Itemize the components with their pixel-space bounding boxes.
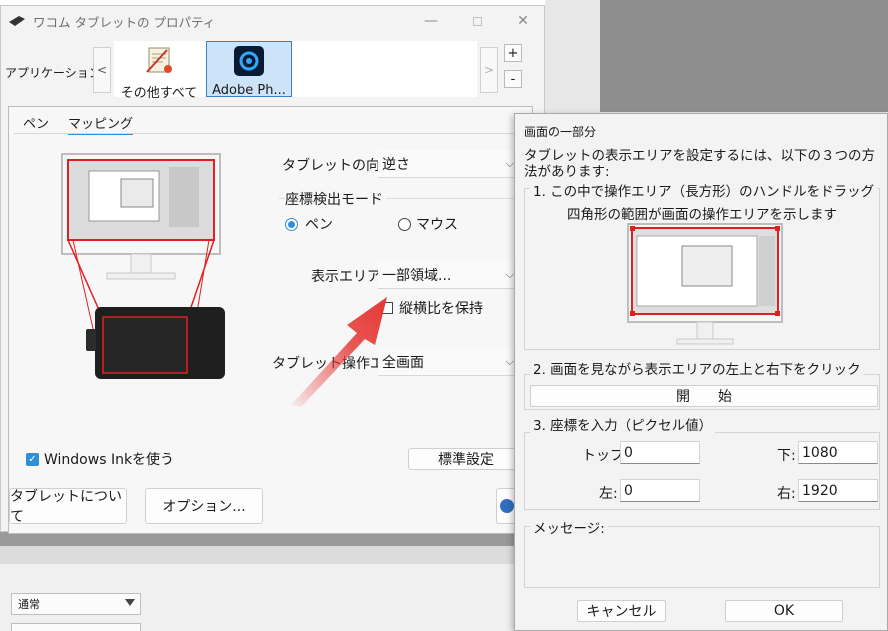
orientation-value: 逆さ	[382, 156, 410, 173]
photoshop-icon	[234, 46, 264, 76]
help-icon	[499, 499, 514, 513]
bottom-input[interactable]: 1080	[798, 441, 878, 464]
bottom-label: 下:	[777, 448, 796, 464]
tab-divider	[14, 133, 524, 134]
windows-ink-label: Windows Inkを使う	[44, 452, 175, 468]
dialog-title: 画面の一部分	[524, 125, 597, 139]
properties-window: ワコム タブレットの プロパティ — ✕ アプリケーション: < その他すべて …	[0, 5, 545, 534]
right-input[interactable]: 1920	[798, 479, 878, 502]
background-strip-light	[0, 546, 515, 564]
left-input[interactable]: 0	[620, 479, 700, 502]
app-scroll-right-button[interactable]: >	[480, 47, 498, 93]
mode-dropdown[interactable]: 通常	[11, 593, 141, 615]
chevron-down-icon	[125, 599, 135, 606]
default-settings-button[interactable]: 標準設定	[408, 448, 524, 470]
tablet-area-dropdown[interactable]: 全画面 ⌵	[378, 348, 518, 376]
chevron-down-icon: ⌵	[505, 156, 514, 170]
app-tile-photoshop[interactable]: Adobe Ph...	[206, 41, 292, 98]
right-label: 右:	[777, 486, 796, 502]
chevron-down-icon: ⌵	[505, 267, 514, 281]
windows-ink-checkbox[interactable]: ✓ Windows Inkを使う	[26, 449, 174, 469]
maximize-icon	[472, 16, 482, 26]
second-dropdown-edge	[11, 623, 141, 631]
options-button[interactable]: オプション...	[145, 488, 263, 524]
display-area-label: 表示エリア:	[311, 269, 386, 285]
start-button[interactable]: 開 始	[530, 385, 878, 407]
display-area-value: 一部領域...	[382, 267, 452, 284]
app-tile-all-label: その他すべて	[120, 86, 198, 101]
ok-button[interactable]: OK	[725, 600, 843, 622]
screen-area-dialog: 画面の一部分 タブレットの表示エリアを設定するには、以下の３つの方法があります:…	[514, 113, 888, 631]
application-label: アプリケーション:	[5, 66, 105, 80]
app-scroll-left-button[interactable]: <	[93, 47, 111, 93]
mapping-illustration	[61, 153, 225, 379]
mode-group-label: 座標検出モード	[285, 189, 386, 209]
preview-panel	[681, 245, 733, 287]
dialog-intro: タブレットの表示エリアを設定するには、以下の３つの方法があります:	[524, 148, 875, 180]
add-app-button[interactable]: +	[504, 44, 522, 62]
mode-mouse-label: マウス	[416, 217, 458, 233]
maximize-button[interactable]	[457, 10, 497, 32]
screen-dialog	[120, 178, 154, 208]
window-title: ワコム タブレットの プロパティ	[33, 14, 216, 30]
all-apps-icon	[146, 47, 172, 73]
monitor-stand	[130, 253, 152, 275]
radio-selected-icon	[285, 217, 298, 231]
method1-title: 1. この中で操作エリア（長方形）のハンドルをドラッグ	[530, 180, 878, 200]
desktop-background-top	[600, 0, 888, 112]
handle-top-right-icon[interactable]	[775, 226, 780, 231]
help-button[interactable]	[496, 488, 516, 524]
radio-unselected-icon	[398, 217, 411, 231]
keep-aspect-label: 縦横比を保持	[399, 301, 483, 317]
method3-title: 3. 座標を入力（ピクセル値）	[530, 414, 716, 434]
tab-pen[interactable]: ペン	[23, 113, 49, 132]
cancel-button[interactable]: キャンセル	[577, 600, 666, 622]
red-arrow-annotation	[291, 297, 387, 407]
application-list: その他すべて Adobe Ph...	[114, 41, 477, 101]
screen-sidebar	[169, 167, 199, 227]
checkbox-checked-icon: ✓	[26, 452, 39, 466]
app-tile-all[interactable]: その他すべて	[114, 41, 204, 101]
app-tile-photoshop-label: Adobe Ph...	[212, 83, 286, 98]
mode-mouse-radio[interactable]: マウス	[398, 214, 458, 234]
tablet-icon	[9, 16, 25, 26]
method1-description: 四角形の範囲が画面の操作エリアを示します	[567, 207, 837, 223]
handle-top-left-icon[interactable]	[630, 226, 635, 231]
close-button[interactable]: ✕	[503, 10, 543, 32]
handle-bottom-right-icon[interactable]	[775, 311, 780, 316]
message-label: メッセージ:	[530, 517, 608, 537]
mode-pen-label: ペン	[305, 217, 333, 233]
tab-panel: ペン マッピング タブレットの向き: 逆さ ⌵ 座標検出モード ペン マウス 表…	[8, 106, 533, 534]
tablet-active-area	[102, 316, 188, 374]
handle-bottom-left-icon[interactable]	[630, 311, 635, 316]
preview-base	[676, 338, 734, 345]
screen-area-preview	[627, 223, 783, 345]
top-input[interactable]: 0	[620, 441, 700, 464]
monitor-base	[106, 272, 176, 280]
tab-mapping[interactable]: マッピング	[68, 113, 134, 135]
mode-dropdown-value: 通常	[18, 598, 40, 611]
background-strip	[0, 532, 515, 546]
display-area-dropdown[interactable]: 一部領域... ⌵	[378, 261, 518, 289]
preview-sidebar	[759, 236, 775, 306]
minimize-button[interactable]: —	[411, 10, 451, 32]
method2-title: 2. 画面を見ながら表示エリアの左上と右下をクリック	[530, 358, 864, 378]
chevron-down-icon: ⌵	[505, 354, 514, 368]
orientation-dropdown[interactable]: 逆さ ⌵	[378, 150, 518, 178]
left-label: 左:	[599, 486, 618, 502]
preview-stand	[696, 321, 714, 341]
about-tablet-button[interactable]: タブレットについて	[9, 488, 127, 525]
tablet-side-button	[86, 329, 96, 351]
mode-pen-radio[interactable]: ペン	[285, 214, 333, 234]
remove-app-button[interactable]: -	[504, 70, 522, 88]
